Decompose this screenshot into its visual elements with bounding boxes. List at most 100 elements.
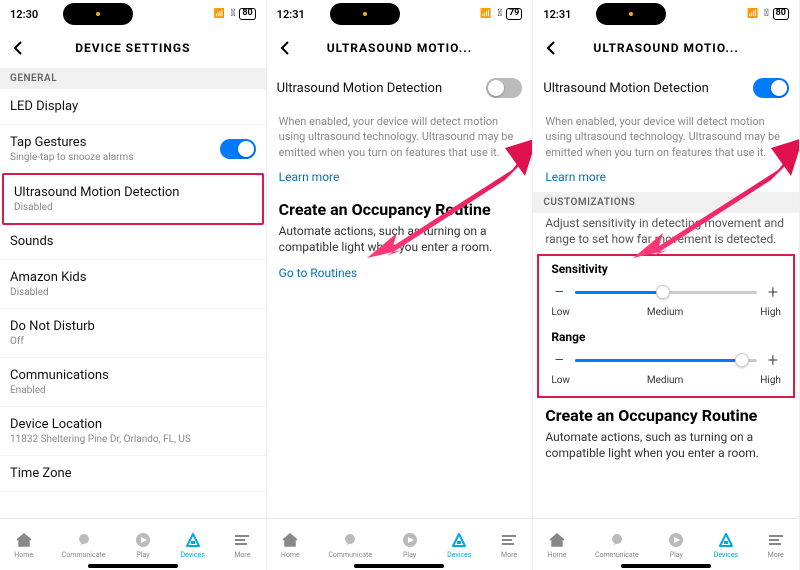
dynamic-island <box>330 3 400 25</box>
row-sounds[interactable]: Sounds <box>0 224 266 260</box>
row-umd-toggle: Ultrasound Motion Detection <box>533 68 799 108</box>
screen-ultrasound-on: 12:31 􀙇80 ULTRASOUND MOTIO... Ultrasound… <box>533 0 800 570</box>
chat-icon <box>608 531 626 549</box>
row-led-display[interactable]: LED Display <box>0 89 266 125</box>
range-slider[interactable]: − + <box>539 346 793 373</box>
tab-more[interactable]: More <box>233 531 251 559</box>
devices-icon <box>450 531 468 549</box>
page-title: ULTRASOUND MOTIO... <box>295 41 525 55</box>
row-time-zone[interactable]: Time Zone <box>0 456 266 492</box>
content: Ultrasound Motion Detection When enabled… <box>267 68 533 518</box>
content: Ultrasound Motion Detection When enabled… <box>533 68 799 518</box>
highlight-sliders: Sensitivity − + LowMediumHigh Range − + … <box>537 254 795 398</box>
status-bar: 12:31 􀙇79 <box>267 0 533 28</box>
tab-play[interactable]: Play <box>134 531 152 559</box>
range-label: Range <box>539 324 793 346</box>
sensitivity-scale: LowMediumHigh <box>539 305 793 324</box>
home-icon <box>281 531 299 549</box>
play-icon <box>401 531 419 549</box>
devices-icon <box>717 531 735 549</box>
tab-devices[interactable]: Devices <box>447 531 471 559</box>
play-icon <box>667 531 685 549</box>
sensitivity-slider[interactable]: − + <box>539 278 793 305</box>
status-bar: 12:30 􀙇80 <box>0 0 266 28</box>
tab-bar: Home Communicate Play Devices More <box>0 518 266 570</box>
status-icons: 􀙇80 <box>214 8 256 20</box>
umd-toggle[interactable] <box>486 78 522 98</box>
more-icon <box>500 531 518 549</box>
more-icon <box>767 531 785 549</box>
row-ultrasound[interactable]: Ultrasound Motion DetectionDisabled <box>4 175 262 223</box>
screen-ultrasound-off: 12:31 􀙇79 ULTRASOUND MOTIO... Ultrasound… <box>267 0 534 570</box>
row-device-location[interactable]: Device Location11832 Sheltering Pine Dr,… <box>0 407 266 456</box>
routine-title: Create an Occupancy Routine <box>267 192 533 221</box>
dynamic-island <box>63 3 133 25</box>
page-title: ULTRASOUND MOTIO... <box>561 41 791 55</box>
tab-communicate[interactable]: Communicate <box>62 531 106 559</box>
tab-communicate[interactable]: Communicate <box>328 531 372 559</box>
more-icon <box>233 531 251 549</box>
tab-devices[interactable]: Devices <box>714 531 738 559</box>
umd-toggle[interactable] <box>753 78 789 98</box>
home-icon <box>15 531 33 549</box>
tab-play[interactable]: Play <box>401 531 419 559</box>
status-time: 12:31 <box>277 8 305 21</box>
umd-description: When enabled, your device will detect mo… <box>267 108 533 166</box>
routine-body: Automate actions, such as turning on a c… <box>533 427 799 467</box>
back-button[interactable] <box>541 38 561 58</box>
sensitivity-label: Sensitivity <box>539 256 793 278</box>
minus-icon[interactable]: − <box>551 350 567 371</box>
row-communications[interactable]: CommunicationsEnabled <box>0 358 266 407</box>
chat-icon <box>75 531 93 549</box>
page-title: DEVICE SETTINGS <box>28 41 258 55</box>
settings-list[interactable]: GENERAL LED Display Tap GesturesSingle-t… <box>0 68 266 518</box>
highlight-ultrasound: Ultrasound Motion DetectionDisabled <box>2 173 264 225</box>
devices-icon <box>184 531 202 549</box>
header: ULTRASOUND MOTIO... <box>267 28 533 68</box>
tap-gestures-toggle[interactable] <box>220 139 256 159</box>
status-bar: 12:31 􀙇80 <box>533 0 799 28</box>
back-button[interactable] <box>8 38 28 58</box>
minus-icon[interactable]: − <box>551 282 567 303</box>
plus-icon[interactable]: + <box>765 350 781 371</box>
go-to-routines-link[interactable]: Go to Routines <box>267 262 533 288</box>
tab-bar: Home Communicate Play Devices More <box>267 518 533 570</box>
tab-play[interactable]: Play <box>667 531 685 559</box>
play-icon <box>134 531 152 549</box>
routine-body: Automate actions, such as turning on a c… <box>267 221 533 261</box>
status-icons: 􀙇80 <box>747 8 789 20</box>
umd-description: When enabled, your device will detect mo… <box>533 108 799 166</box>
chat-icon <box>341 531 359 549</box>
row-tap-gestures[interactable]: Tap GesturesSingle-tap to snooze alarms <box>0 125 266 174</box>
learn-more-link[interactable]: Learn more <box>533 166 799 192</box>
routine-title: Create an Occupancy Routine <box>533 398 799 427</box>
plus-icon[interactable]: + <box>765 282 781 303</box>
status-time: 12:30 <box>10 8 38 21</box>
status-time: 12:31 <box>543 8 571 21</box>
section-customizations: CUSTOMIZATIONS <box>533 192 799 213</box>
home-indicator[interactable] <box>88 564 178 568</box>
range-scale: LowMediumHigh <box>539 373 793 392</box>
customizations-body: Adjust sensitivity in detecting movement… <box>533 213 799 253</box>
tab-more[interactable]: More <box>767 531 785 559</box>
tab-home[interactable]: Home <box>14 531 33 559</box>
header: DEVICE SETTINGS <box>0 28 266 68</box>
screen-device-settings: 12:30 􀙇80 DEVICE SETTINGS GENERAL LED Di… <box>0 0 267 570</box>
section-general: GENERAL <box>0 68 266 89</box>
back-button[interactable] <box>275 38 295 58</box>
status-icons: 􀙇79 <box>480 8 522 20</box>
tab-devices[interactable]: Devices <box>180 531 204 559</box>
tab-home[interactable]: Home <box>548 531 567 559</box>
tab-communicate[interactable]: Communicate <box>595 531 639 559</box>
row-umd-toggle: Ultrasound Motion Detection <box>267 68 533 108</box>
learn-more-link[interactable]: Learn more <box>267 166 533 192</box>
tab-home[interactable]: Home <box>281 531 300 559</box>
home-icon <box>548 531 566 549</box>
home-indicator[interactable] <box>621 564 711 568</box>
row-amazon-kids[interactable]: Amazon KidsDisabled <box>0 260 266 309</box>
home-indicator[interactable] <box>354 564 444 568</box>
header: ULTRASOUND MOTIO... <box>533 28 799 68</box>
row-dnd[interactable]: Do Not DisturbOff <box>0 309 266 358</box>
tab-more[interactable]: More <box>500 531 518 559</box>
tab-bar: Home Communicate Play Devices More <box>533 518 799 570</box>
